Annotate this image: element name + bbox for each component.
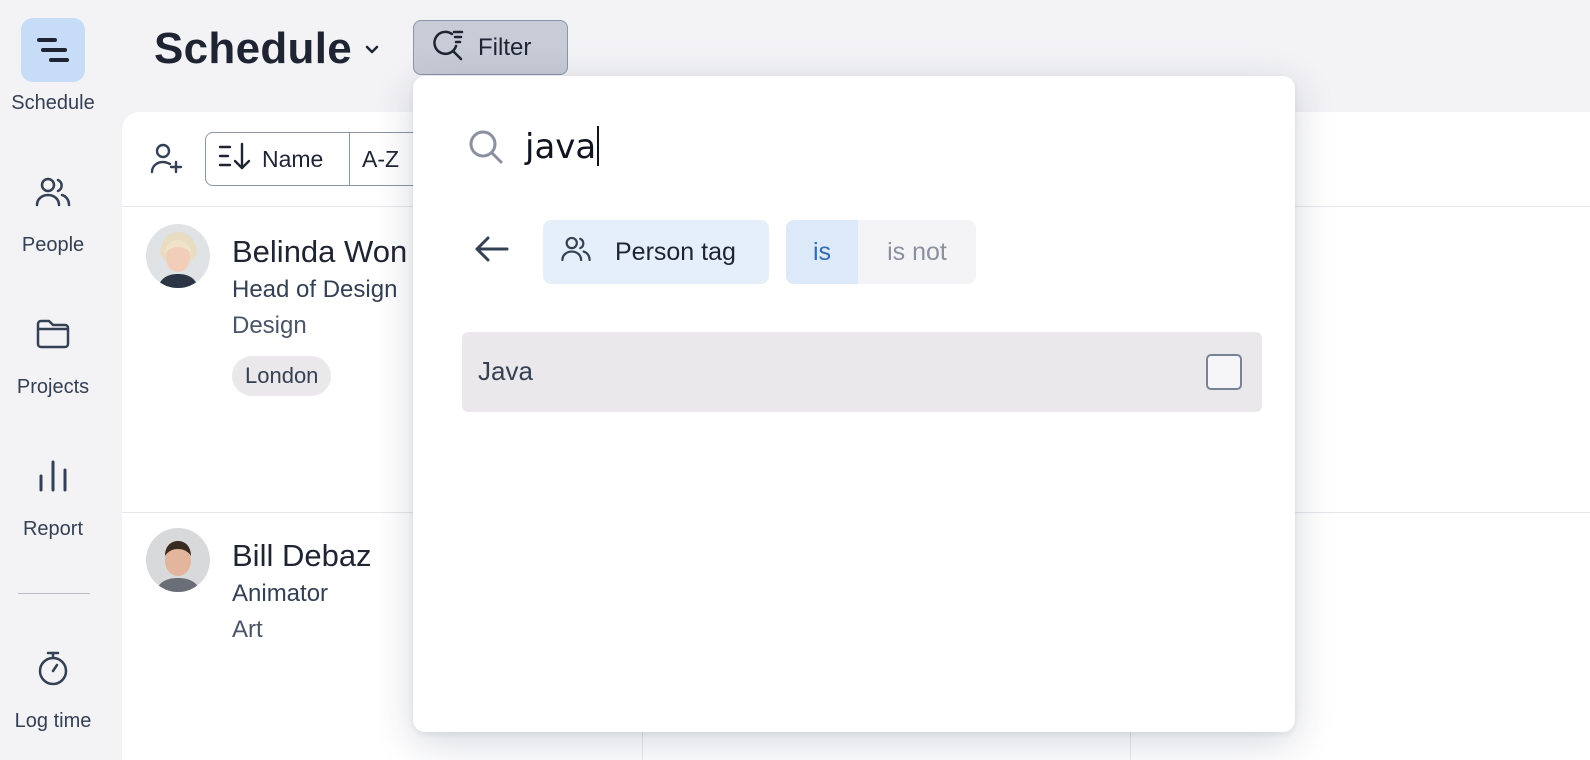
- nav-item-report[interactable]: Report: [0, 444, 106, 541]
- schedule-icon: [21, 18, 85, 82]
- column-divider: [1130, 730, 1131, 760]
- add-person-icon[interactable]: [148, 140, 184, 181]
- nav-label-log-time: Log time: [14, 710, 92, 732]
- nav-divider: [18, 593, 90, 594]
- avatar: [146, 528, 210, 592]
- filter-popover: java Person tag is is not Java: [413, 76, 1295, 732]
- side-nav: Schedule People Projects Report Log time: [0, 0, 120, 760]
- page-title[interactable]: Schedule: [154, 24, 352, 74]
- stopwatch-icon: [21, 636, 85, 700]
- filter-search-input[interactable]: java: [525, 126, 600, 167]
- operator-is-not-button[interactable]: is not: [858, 220, 976, 284]
- person-tag: London: [232, 356, 332, 396]
- nav-label-schedule: Schedule: [11, 92, 95, 114]
- people-icon: [21, 160, 85, 224]
- nav-item-people[interactable]: People: [0, 160, 106, 257]
- nav-label-report: Report: [22, 518, 84, 540]
- search-icon: [467, 128, 505, 171]
- person-name[interactable]: Belinda Won: [232, 234, 407, 270]
- operator-is-button[interactable]: is: [786, 220, 858, 284]
- sort-order-button[interactable]: A-Z: [350, 133, 411, 185]
- filter-button-label: Filter: [478, 33, 532, 61]
- avatar: [146, 224, 210, 288]
- sort-field-button[interactable]: Name: [206, 133, 350, 185]
- bar-chart-icon: [21, 444, 85, 508]
- sort-field-label: Name: [262, 145, 324, 172]
- sort-descending-icon: [218, 141, 252, 177]
- back-arrow-icon[interactable]: [473, 234, 511, 269]
- nav-item-log-time[interactable]: Log time: [0, 636, 106, 733]
- chevron-down-icon[interactable]: [362, 40, 382, 65]
- nav-label-projects: Projects: [16, 376, 90, 398]
- folder-icon: [21, 302, 85, 366]
- person-department: Design: [232, 312, 307, 339]
- filter-search-text: java: [525, 127, 597, 167]
- person-role: Animator: [232, 580, 329, 607]
- person-role: Head of Design: [232, 276, 398, 303]
- nav-label-people: People: [21, 234, 85, 256]
- column-divider: [642, 730, 643, 760]
- filter-button[interactable]: Filter: [413, 20, 568, 75]
- person-name[interactable]: Bill Debaz: [232, 538, 372, 574]
- sort-control[interactable]: Name A-Z: [205, 132, 435, 186]
- operator-toggle: is is not: [786, 220, 976, 284]
- filter-option-label: Java: [478, 356, 533, 386]
- nav-item-schedule[interactable]: Schedule: [0, 18, 106, 115]
- person-tag-chip[interactable]: Person tag: [543, 220, 769, 284]
- filter-option-checkbox[interactable]: [1206, 354, 1242, 390]
- sort-order-label: A-Z: [362, 145, 400, 172]
- filter-option-row[interactable]: Java: [462, 332, 1262, 412]
- filter-search-icon: [430, 26, 466, 69]
- text-cursor: [597, 126, 600, 166]
- person-department: Art: [232, 616, 263, 643]
- person-tag-chip-label: Person tag: [615, 237, 736, 266]
- nav-item-projects[interactable]: Projects: [0, 302, 106, 399]
- people-icon: [559, 232, 593, 273]
